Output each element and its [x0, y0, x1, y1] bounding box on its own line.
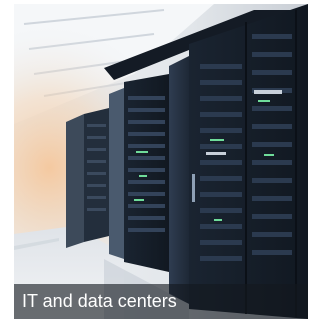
- tile-caption: IT and data centers: [22, 291, 177, 311]
- category-tile[interactable]: IT and data centers: [14, 4, 308, 319]
- caption-overlay: IT and data centers: [14, 284, 308, 319]
- data-center-photo: [14, 4, 308, 319]
